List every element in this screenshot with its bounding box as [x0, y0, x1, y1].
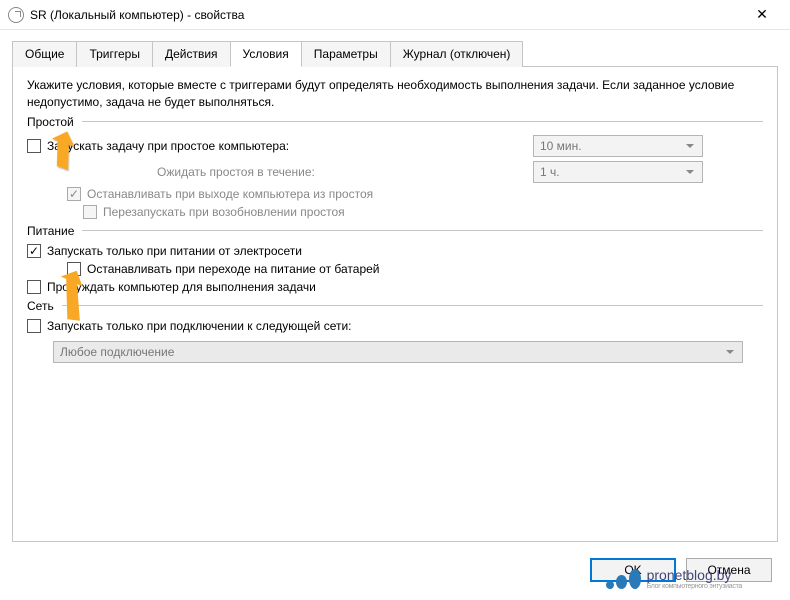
- content: Общие Триггеры Действия Условия Параметр…: [0, 30, 790, 550]
- tab-settings[interactable]: Параметры: [301, 41, 391, 67]
- label-only-on-network: Запускать только при подключении к следу…: [47, 319, 352, 333]
- close-button[interactable]: ✕: [742, 1, 782, 29]
- row-wait-idle: Ожидать простоя в течение: 1 ч.: [27, 159, 763, 185]
- watermark-logo-icon: [606, 569, 641, 589]
- dropdown-idle-duration[interactable]: 10 мин.: [533, 135, 703, 157]
- section-network-label: Сеть: [27, 299, 54, 313]
- tab-conditions[interactable]: Условия: [230, 41, 302, 67]
- row-wake-to-run: Пробуждать компьютер для выполнения зада…: [27, 278, 763, 296]
- label-only-on-ac: Запускать только при питании от электрос…: [47, 244, 302, 258]
- row-only-on-network: Запускать только при подключении к следу…: [27, 317, 763, 335]
- checkbox-start-on-idle[interactable]: [27, 139, 41, 153]
- watermark-subtext: Блог компьютерного энтузиаста: [647, 583, 742, 590]
- label-restart-on-idle: Перезапускать при возобновлении простоя: [103, 205, 345, 219]
- checkbox-only-on-network[interactable]: [27, 319, 41, 333]
- row-stop-on-battery: Останавливать при переходе на питание от…: [67, 260, 763, 278]
- label-stop-on-battery: Останавливать при переходе на питание от…: [87, 262, 380, 276]
- tab-history[interactable]: Журнал (отключен): [390, 41, 524, 67]
- row-start-on-idle: Запускать задачу при простое компьютера:…: [27, 133, 763, 159]
- label-start-on-idle: Запускать задачу при простое компьютера:: [47, 139, 289, 153]
- divider: [82, 230, 763, 231]
- row-restart-on-idle: Перезапускать при возобновлении простоя: [83, 203, 763, 221]
- checkbox-stop-on-end-idle: [67, 187, 81, 201]
- window-title: SR (Локальный компьютер) - свойства: [30, 8, 742, 22]
- checkbox-restart-on-idle: [83, 205, 97, 219]
- titlebar: SR (Локальный компьютер) - свойства ✕: [0, 0, 790, 30]
- section-power-label: Питание: [27, 224, 74, 238]
- tab-actions[interactable]: Действия: [152, 41, 231, 67]
- section-idle-header: Простой: [27, 115, 763, 129]
- divider: [62, 305, 763, 306]
- divider: [82, 121, 763, 122]
- tabs: Общие Триггеры Действия Условия Параметр…: [12, 40, 778, 67]
- tab-triggers[interactable]: Триггеры: [76, 41, 153, 67]
- dropdown-wait-duration[interactable]: 1 ч.: [533, 161, 703, 183]
- section-network-header: Сеть: [27, 299, 763, 313]
- label-wake-to-run: Пробуждать компьютер для выполнения зада…: [47, 280, 316, 294]
- checkbox-stop-on-battery[interactable]: [67, 262, 81, 276]
- tab-general[interactable]: Общие: [12, 41, 77, 67]
- watermark: pronetblog.by Блог компьютерного энтузиа…: [606, 567, 742, 590]
- clock-icon: [8, 7, 24, 23]
- description-text: Укажите условия, которые вместе с тригге…: [27, 77, 763, 111]
- label-wait-idle: Ожидать простоя в течение:: [157, 165, 315, 179]
- checkbox-wake-to-run[interactable]: [27, 280, 41, 294]
- watermark-text: pronetblog.by: [647, 567, 742, 583]
- row-only-on-ac: Запускать только при питании от электрос…: [27, 242, 763, 260]
- row-stop-on-end-idle: Останавливать при выходе компьютера из п…: [67, 185, 763, 203]
- checkbox-only-on-ac[interactable]: [27, 244, 41, 258]
- dropdown-network-connection[interactable]: Любое подключение: [53, 341, 743, 363]
- label-stop-on-end-idle: Останавливать при выходе компьютера из п…: [87, 187, 373, 201]
- section-idle-label: Простой: [27, 115, 74, 129]
- tab-panel-conditions: Укажите условия, которые вместе с тригге…: [12, 67, 778, 542]
- section-power-header: Питание: [27, 224, 763, 238]
